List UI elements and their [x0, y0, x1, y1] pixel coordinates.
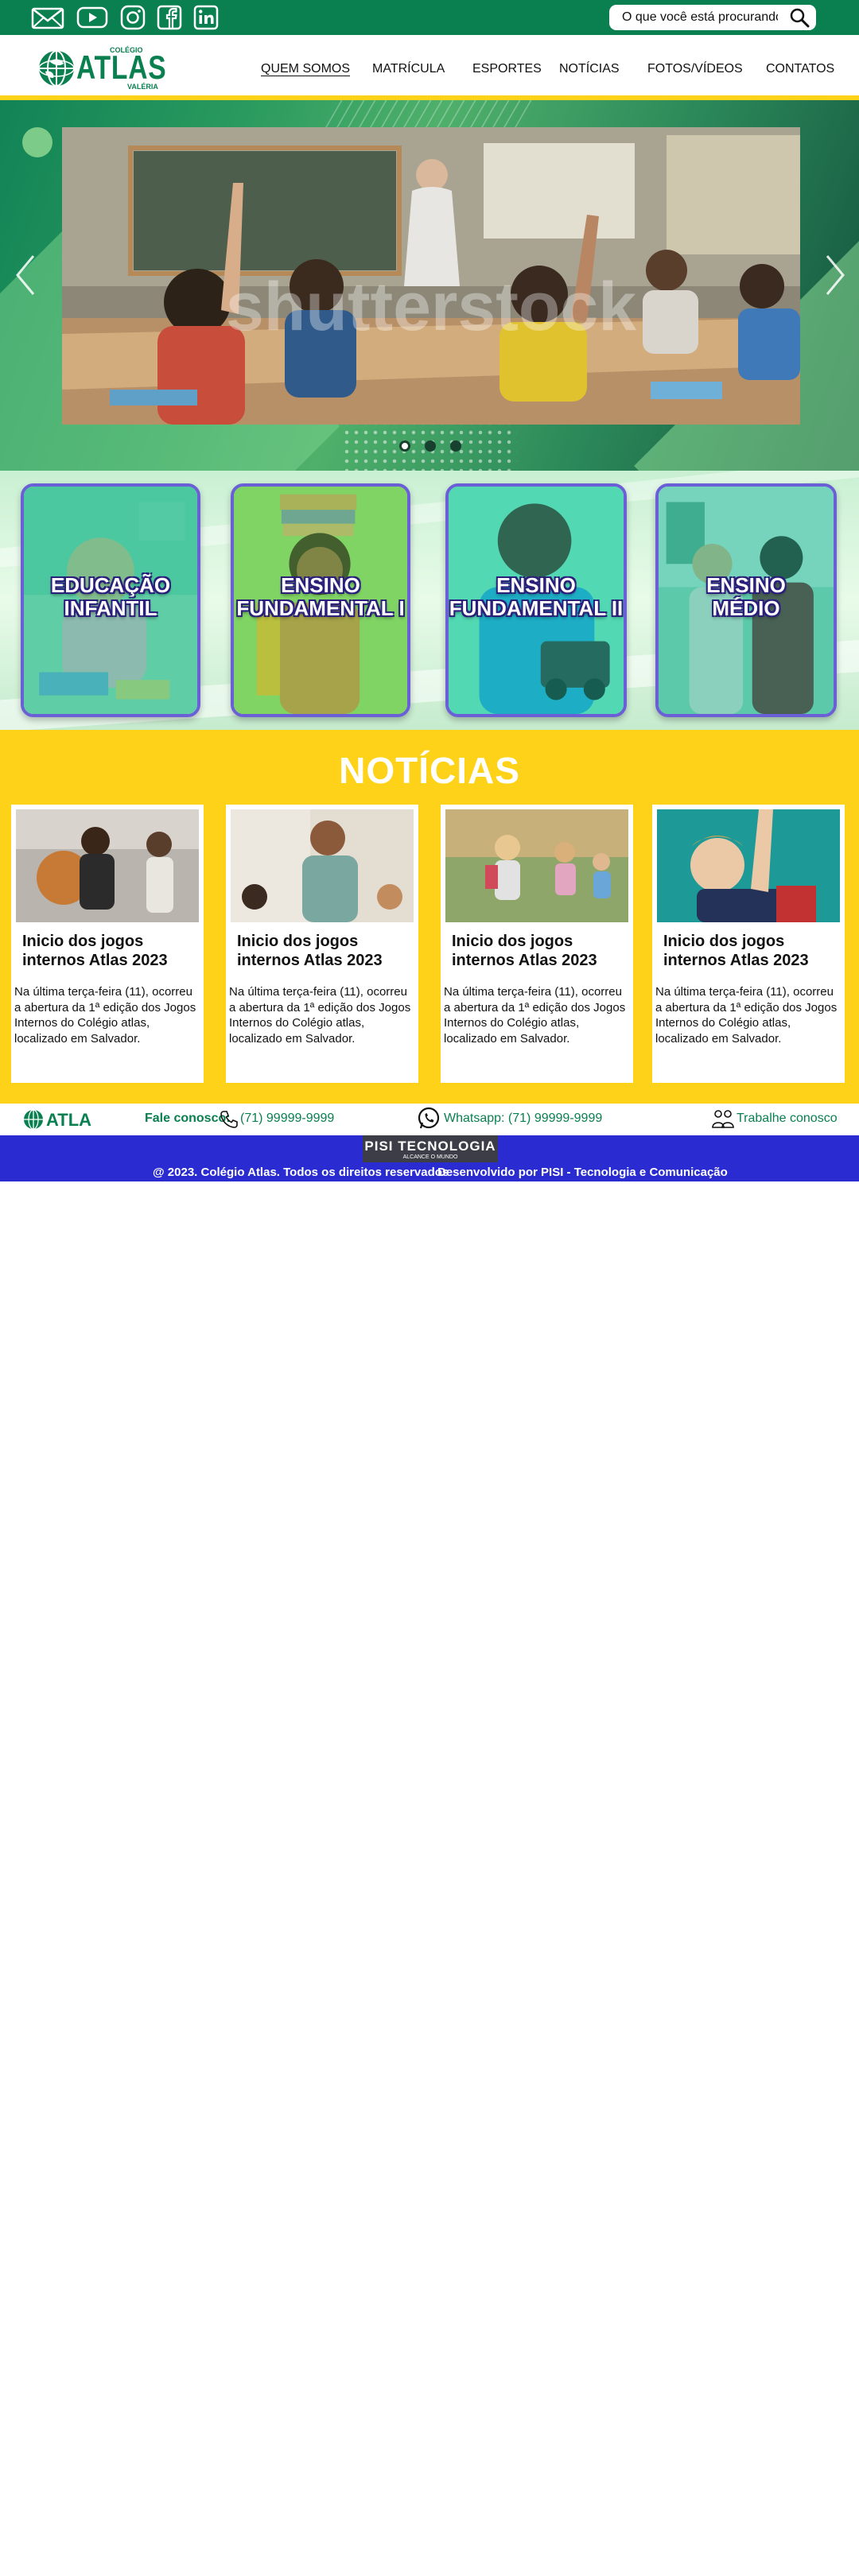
logo-suffix: VALÉRIA [127, 83, 158, 91]
contact-label: Fale conosco: [145, 1111, 231, 1125]
carousel-dot-3[interactable] [450, 440, 461, 452]
news-photo [231, 809, 414, 922]
carousel-dot-2[interactable] [425, 440, 436, 452]
level-card-fundamental-1[interactable]: ENSINO FUNDAMENTAL I [231, 483, 410, 717]
hero-slide-image: shutterstock [62, 127, 800, 425]
news-card-text: Na última terça-feira (11), ocorreu a ab… [655, 985, 838, 1046]
developer-credit-link[interactable]: Desenvolvido por PISI - Tecnologia e Com… [437, 1166, 728, 1179]
linkedin-icon[interactable] [192, 3, 220, 32]
news-card-title: Inicio dos jogos internos Atlas 2023 [663, 933, 809, 970]
nav-noticias[interactable]: NOTÍCIAS [559, 62, 620, 76]
level-label: ENSINO MÉDIO [659, 574, 834, 619]
carousel-dots [399, 440, 461, 452]
level-label-line2: MÉDIO [712, 596, 780, 620]
news-card-text: Na última terça-feira (11), ocorreu a ab… [14, 985, 196, 1046]
news-card[interactable]: Inicio dos jogos internos Atlas 2023 Na … [11, 805, 204, 1083]
social-links [30, 3, 229, 32]
hero-decoration [22, 127, 52, 157]
news-card-title: Inicio dos jogos internos Atlas 2023 [237, 933, 383, 970]
nav-esportes[interactable]: ESPORTES [472, 62, 542, 76]
top-bar [0, 0, 859, 35]
whatsapp-link[interactable]: Whatsapp: (71) 99999-9999 [444, 1111, 602, 1126]
developer-logo-name: PISI TECNOLOGIA [364, 1139, 496, 1154]
news-card-title: Inicio dos jogos internos Atlas 2023 [22, 933, 168, 970]
facebook-icon[interactable] [156, 3, 183, 32]
carousel-dot-1[interactable] [399, 440, 410, 452]
level-label-line2: FUNDAMENTAL II [449, 596, 624, 620]
level-card-fundamental-2[interactable]: ENSINO FUNDAMENTAL II [445, 483, 627, 717]
footer-logo-name: ATLAS [46, 1110, 92, 1130]
news-card-text: Na última terça-feira (11), ocorreu a ab… [229, 985, 411, 1046]
level-label-line1: ENSINO [281, 573, 360, 597]
nav-fotos-videos[interactable]: FOTOS/VÍDEOS [647, 62, 743, 76]
level-label-line2: FUNDAMENTAL I [236, 596, 405, 620]
whatsapp-icon [417, 1107, 441, 1131]
news-section: NOTÍCIAS Inicio dos jogos internos Atlas… [0, 730, 859, 1104]
developer-logo-slogan: ALCANCE O MUNDO [402, 1154, 458, 1160]
nav-quem-somos[interactable]: QUEM SOMOS [261, 62, 350, 76]
main-nav: QUEM SOMOS MATRÍCULA ESPORTES NOTÍCIAS F… [0, 62, 859, 78]
site-footer: PISI TECNOLOGIA ALCANCE O MUNDO @ 2023. … [0, 1135, 859, 1181]
email-icon[interactable] [30, 3, 65, 32]
phone-icon [220, 1110, 239, 1129]
developer-logo[interactable]: PISI TECNOLOGIA ALCANCE O MUNDO [363, 1135, 498, 1162]
instagram-icon[interactable] [119, 3, 146, 32]
news-card-text: Na última terça-feira (11), ocorreu a ab… [444, 985, 626, 1046]
search-box[interactable] [609, 5, 816, 30]
level-label-line1: ENSINO [496, 573, 576, 597]
news-card[interactable]: Inicio dos jogos internos Atlas 2023 Na … [226, 805, 418, 1083]
news-card[interactable]: Inicio dos jogos internos Atlas 2023 Na … [441, 805, 633, 1083]
level-card-educacao-infantil[interactable]: EDUCAÇÃO INFANTIL [21, 483, 200, 717]
level-card-ensino-medio[interactable]: ENSINO MÉDIO [655, 483, 837, 717]
copyright-text: @ 2023. Colégio Atlas. Todos os direitos… [153, 1166, 449, 1179]
level-label-line2: INFANTIL [64, 596, 157, 620]
level-label: ENSINO FUNDAMENTAL I [234, 574, 407, 619]
level-label: ENSINO FUNDAMENTAL II [449, 574, 624, 619]
carousel-next-button[interactable] [824, 253, 846, 297]
contact-strip: ATLAS Fale conosco: (71) 99999-9999 What… [0, 1104, 859, 1135]
search-icon[interactable] [789, 7, 810, 28]
news-photo [16, 809, 199, 922]
level-label: EDUCAÇÃO INFANTIL [24, 574, 197, 619]
nav-matricula[interactable]: MATRÍCULA [372, 62, 445, 76]
news-card[interactable]: Inicio dos jogos internos Atlas 2023 Na … [652, 805, 845, 1083]
contact-phone-link[interactable]: (71) 99999-9999 [240, 1111, 334, 1126]
youtube-icon[interactable] [75, 3, 110, 32]
news-photo [657, 809, 840, 922]
search-input[interactable] [622, 10, 778, 25]
news-card-title: Inicio dos jogos internos Atlas 2023 [452, 933, 597, 970]
team-icon [711, 1107, 735, 1131]
work-with-us-link[interactable]: Trabalhe conosco [737, 1111, 838, 1126]
level-label-line1: ENSINO [706, 573, 786, 597]
watermark-text: shutterstock [226, 269, 636, 345]
carousel-prev-button[interactable] [14, 253, 37, 297]
news-heading: NOTÍCIAS [339, 750, 520, 791]
nav-contatos[interactable]: CONTATOS [766, 62, 834, 76]
level-label-line1: EDUCAÇÃO [50, 573, 171, 597]
footer-logo-icon: ATLAS [24, 1109, 92, 1130]
education-levels: EDUCAÇÃO INFANTIL ENSINO FUNDAMENTAL I E… [0, 471, 859, 730]
news-photo [445, 809, 628, 922]
